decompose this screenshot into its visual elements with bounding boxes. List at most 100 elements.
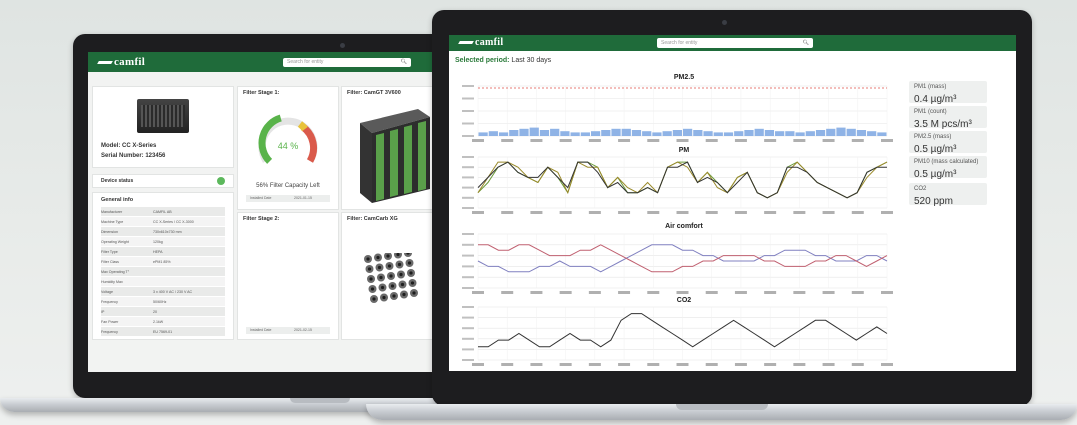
metric-label: PM1 (mass) xyxy=(914,84,947,90)
x-tick-label xyxy=(851,211,864,214)
x-tick-label xyxy=(472,211,484,214)
pm25-bar xyxy=(877,132,887,136)
pm25-bar xyxy=(550,128,560,136)
y-tick-label xyxy=(462,276,474,279)
y-tick-label xyxy=(462,176,474,179)
pm25-bar xyxy=(662,131,672,136)
x-tick-label xyxy=(618,291,631,294)
y-tick-label xyxy=(462,233,474,235)
x-tick-label xyxy=(881,363,893,366)
metric-card: CO2 520 ppm xyxy=(909,183,987,207)
x-tick-label xyxy=(501,211,514,214)
x-tick-label xyxy=(559,211,572,214)
charts-area xyxy=(462,85,893,366)
pm25-bar xyxy=(764,130,775,136)
y-tick-label xyxy=(462,327,474,330)
y-tick-label xyxy=(462,359,474,361)
metric-card: PM10 (mass calculated) 0.5 µg/m³ xyxy=(909,156,987,180)
x-tick-label xyxy=(618,363,631,366)
x-tick-label xyxy=(734,139,747,142)
metric-value: 0.5 µg/m³ xyxy=(914,144,957,155)
pm25-bar xyxy=(744,130,754,136)
pm25-bar xyxy=(693,130,703,136)
y-tick-label xyxy=(462,196,474,199)
y-tick-label xyxy=(462,156,474,158)
y-tick-label xyxy=(462,243,474,246)
pm25-bar xyxy=(703,131,713,136)
x-tick-label xyxy=(647,363,660,366)
x-tick-label xyxy=(530,139,543,142)
pm25-bar xyxy=(683,128,693,136)
pm25-bar xyxy=(795,132,805,136)
x-tick-label xyxy=(472,363,484,366)
pm25-bar xyxy=(723,132,734,136)
x-tick-label xyxy=(647,291,660,294)
x-tick-label xyxy=(676,363,689,366)
x-tick-label xyxy=(618,139,631,142)
pm25-bar xyxy=(529,127,539,136)
y-tick-label xyxy=(462,316,474,319)
pm25-bar xyxy=(590,131,601,136)
pm25-bar xyxy=(805,131,815,136)
x-tick-label xyxy=(676,211,689,214)
x-tick-label xyxy=(793,291,806,294)
x-tick-label xyxy=(647,139,660,142)
y-tick-label xyxy=(462,186,474,189)
pm25-bar xyxy=(611,128,621,136)
y-tick-label xyxy=(462,135,474,137)
metric-label: CO2 xyxy=(914,186,927,192)
x-tick-label xyxy=(588,211,601,214)
x-tick-label xyxy=(472,291,484,294)
y-tick-label xyxy=(462,287,474,289)
x-tick-label xyxy=(822,211,835,214)
metric-card: PM1 (mass) 0.4 µg/m³ xyxy=(909,81,987,105)
x-tick-label xyxy=(822,291,835,294)
pm25-bar xyxy=(488,131,498,136)
pm25-bar xyxy=(846,128,856,136)
y-tick-label xyxy=(462,122,474,125)
pm25-bar xyxy=(734,131,744,136)
x-tick-label xyxy=(793,211,806,214)
pm25-bar xyxy=(642,131,652,136)
x-tick-label xyxy=(705,363,718,366)
y-tick-label xyxy=(462,166,474,169)
x-tick-label xyxy=(530,211,543,214)
x-tick-label xyxy=(559,291,572,294)
x-tick-label xyxy=(793,363,806,366)
x-tick-label xyxy=(530,291,543,294)
x-tick-label xyxy=(881,211,893,214)
x-tick-label xyxy=(618,211,631,214)
x-tick-label xyxy=(822,363,835,366)
pm25-bar xyxy=(539,130,550,136)
pm25-bar xyxy=(560,131,570,136)
y-tick-label xyxy=(462,306,474,308)
x-tick-label xyxy=(501,139,514,142)
x-tick-label xyxy=(588,291,601,294)
metric-label: PM1 (count) xyxy=(914,109,947,115)
x-tick-label xyxy=(734,211,747,214)
x-tick-label xyxy=(501,363,514,366)
x-tick-label xyxy=(501,291,514,294)
x-tick-label xyxy=(734,363,747,366)
metric-value: 0.4 µg/m³ xyxy=(914,94,957,105)
pm25-bar xyxy=(826,128,836,136)
pm25-bar xyxy=(785,131,795,136)
pm25-bar xyxy=(601,130,611,136)
x-tick-label xyxy=(793,139,806,142)
x-tick-label xyxy=(676,291,689,294)
pm25-bar xyxy=(754,128,764,136)
x-tick-label xyxy=(705,211,718,214)
pm25-bar xyxy=(519,128,529,136)
pm25-bar xyxy=(652,132,662,136)
pm25-bar xyxy=(815,130,826,136)
pm25-bar xyxy=(580,132,590,136)
y-tick-label xyxy=(462,254,474,257)
y-tick-label xyxy=(462,337,474,340)
x-tick-label xyxy=(559,363,572,366)
x-tick-label xyxy=(588,139,601,142)
pm25-bar xyxy=(478,132,488,136)
y-tick-label xyxy=(462,85,474,87)
metric-card: PM1 (count) 3.5 M pcs/m³ xyxy=(909,106,987,130)
x-tick-label xyxy=(588,363,601,366)
pm25-bar xyxy=(570,132,580,136)
